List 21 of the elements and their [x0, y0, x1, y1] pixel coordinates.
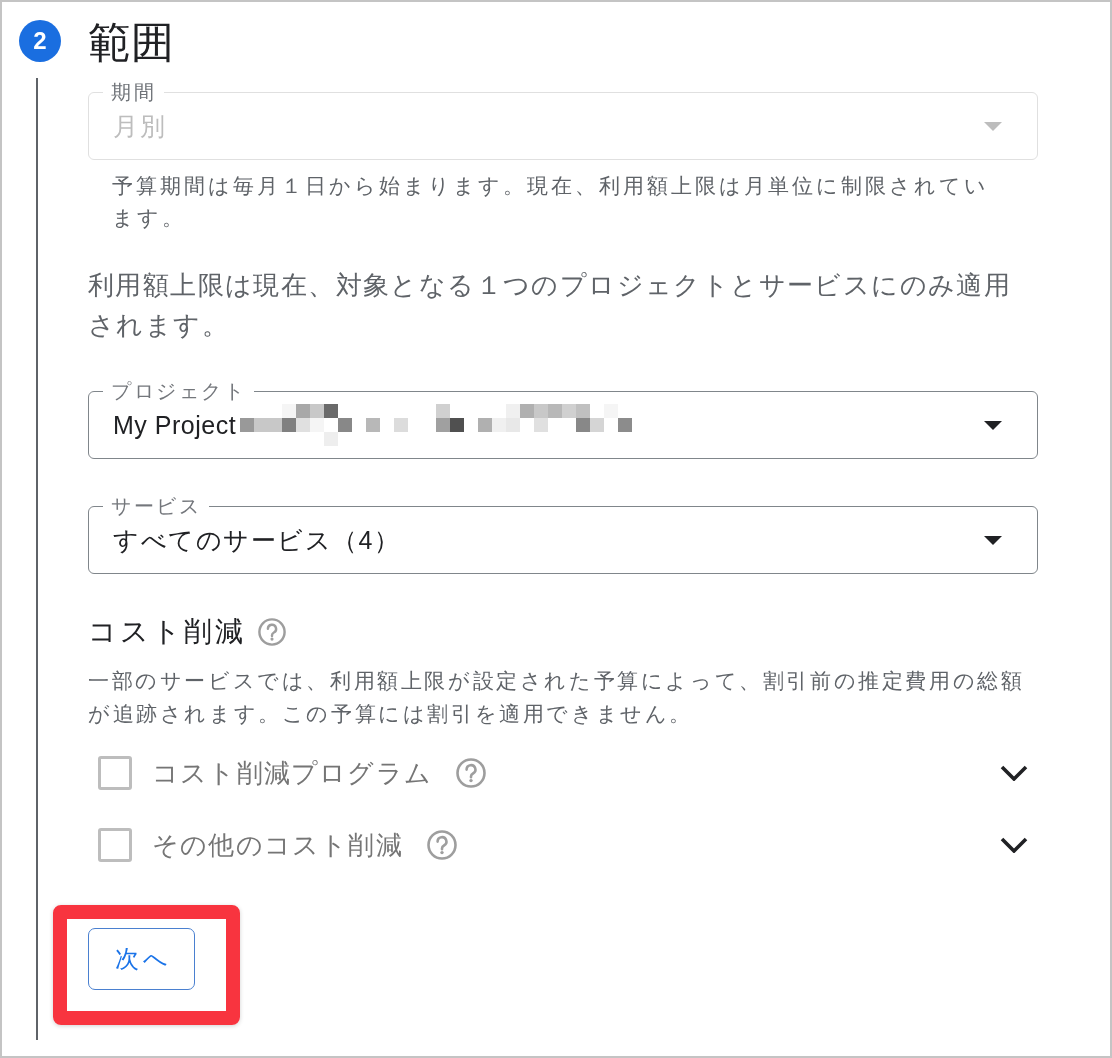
- field-label: 期間: [110, 80, 157, 104]
- field-label: サービス: [110, 494, 202, 518]
- field-value: すべてのサービス（4）: [113, 524, 401, 556]
- service-select[interactable]: サービス すべてのサービス（4）: [88, 494, 1038, 574]
- field-value: My Project: [113, 410, 237, 440]
- project-select[interactable]: プロジェクト My Project: [88, 379, 1038, 459]
- section-heading: コスト削減: [88, 615, 246, 649]
- helper-text: 予算期間は毎月１日から始まります。現在、利用額上限は月単位に制限されています。: [112, 173, 990, 231]
- section-title: 範囲: [88, 18, 174, 66]
- dropdown-arrow-icon: [984, 420, 1002, 430]
- field-value: 月別: [113, 110, 166, 142]
- section-description: 一部のサービスでは、利用額上限が設定された予算によって、割引前の推定費用の総額が追跡されます。この予算には割引を適用できません。: [88, 668, 1026, 727]
- step-badge: 2: [19, 20, 61, 62]
- help-icon[interactable]: [258, 618, 286, 646]
- dropdown-arrow-icon: [984, 121, 1002, 131]
- scope-note: 利用額上限は現在、対象となる１つのプロジェクトとサービスにのみ適用されます。: [88, 269, 1013, 342]
- dropdown-arrow-icon: [984, 535, 1002, 545]
- field-label: プロジェクト: [110, 379, 247, 403]
- help-icon[interactable]: [426, 830, 457, 860]
- help-icon[interactable]: [456, 758, 486, 788]
- next-button[interactable]: 次へ: [88, 928, 195, 990]
